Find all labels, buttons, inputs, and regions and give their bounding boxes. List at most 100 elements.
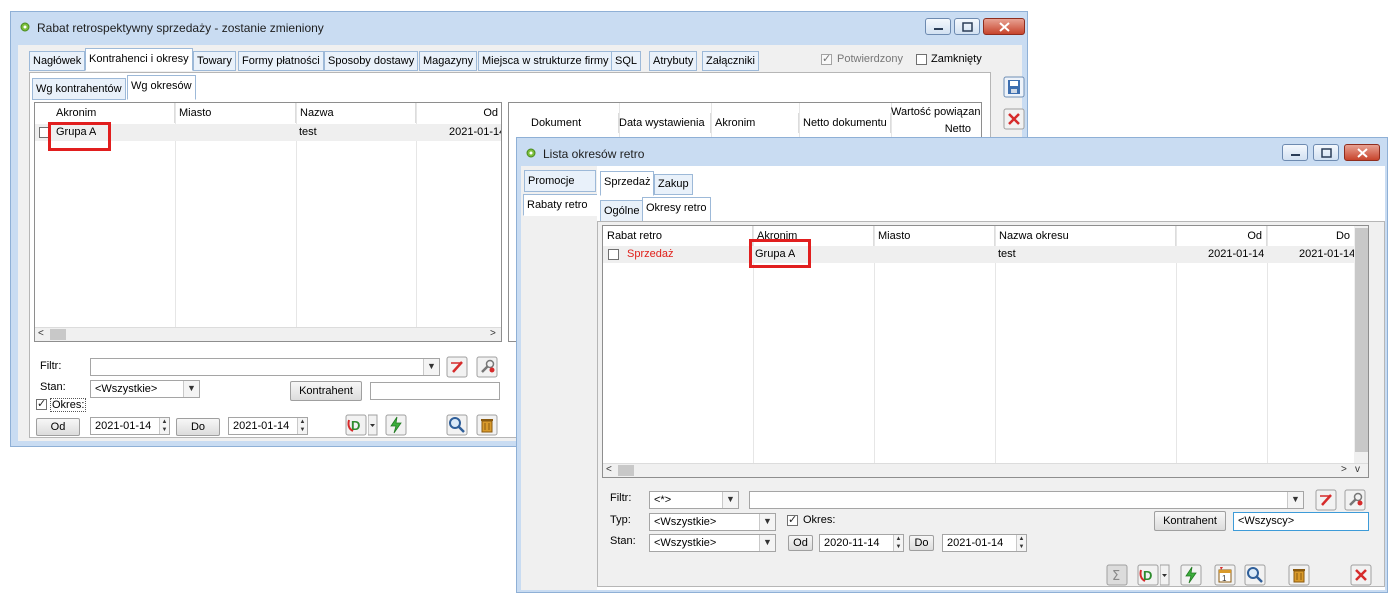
side-tab-rabaty-retro[interactable]: Rabaty retro <box>523 194 600 216</box>
tab-sprzedaz[interactable]: Sprzedaż <box>600 171 655 196</box>
col-akronim[interactable]: Akronim <box>52 103 175 123</box>
col-dokument[interactable]: Dokument <box>527 113 619 133</box>
generate-document-button[interactable]: D <box>1137 564 1159 586</box>
chevron-down-icon[interactable]: ▼ <box>722 492 738 508</box>
kontrahent-button[interactable]: Kontrahent <box>1154 511 1226 531</box>
sum-icon[interactable]: Σ <box>1106 564 1128 586</box>
row-checkbox[interactable] <box>608 249 619 260</box>
tab-kontrahenci-i-okresy[interactable]: Kontrahenci i okresy <box>85 48 193 71</box>
scroll-left-icon[interactable]: < <box>38 328 44 340</box>
horizontal-scrollbar[interactable]: < > v <box>603 463 1368 477</box>
search-icon[interactable] <box>1244 564 1266 586</box>
chevron-down-icon[interactable]: ▼ <box>759 535 775 551</box>
do-button[interactable]: Do <box>176 418 220 436</box>
okres-checkbox[interactable] <box>36 397 47 410</box>
filter-input[interactable]: ▼ <box>90 358 440 376</box>
col-data-wystawienia[interactable]: Data wystawienia <box>615 113 711 133</box>
spin-icon[interactable]: ▲ ▼ <box>159 418 169 434</box>
close-button[interactable] <box>1344 144 1380 161</box>
generate-document-button[interactable]: D <box>345 414 367 436</box>
col-od[interactable]: Od <box>416 103 501 123</box>
trash-icon[interactable] <box>1288 564 1310 586</box>
clear-filter-button[interactable] <box>1315 489 1337 511</box>
subtab-okresy-retro[interactable]: Okresy retro <box>642 197 711 222</box>
od-button[interactable]: Od <box>788 535 813 551</box>
col-netto-dokumentu[interactable]: Netto dokumentu <box>799 113 891 133</box>
subtab-wg-kontrahentow[interactable]: Wg kontrahentów <box>32 78 126 100</box>
filter-settings-button[interactable] <box>476 356 498 378</box>
col-wartosc-powiazan[interactable]: Wartość powiązan <box>887 103 981 121</box>
kontrahent-input[interactable]: <Wszyscy> <box>1233 512 1369 531</box>
spin-icon[interactable]: ▲ ▼ <box>893 535 903 551</box>
chevron-down-icon[interactable]: ▼ <box>1287 492 1303 508</box>
minimize-button[interactable] <box>925 18 951 35</box>
tab-atrybuty[interactable]: Atrybuty <box>649 51 698 71</box>
horizontal-scrollbar[interactable]: < > <box>35 327 501 341</box>
minimize-button[interactable] <box>1282 144 1308 161</box>
tab-zalaczniki[interactable]: Załączniki <box>702 51 759 71</box>
col-nazwa-okresu[interactable]: Nazwa okresu <box>995 226 1176 246</box>
od-date-input[interactable]: 2020-11-14 ▲ ▼ <box>819 534 904 552</box>
zamkniety-checkbox[interactable] <box>916 54 927 65</box>
typ-select[interactable]: <Wszystkie> ▼ <box>649 513 776 531</box>
vertical-scrollbar[interactable] <box>1354 226 1368 464</box>
stan-select[interactable]: <Wszystkie> ▼ <box>90 380 200 398</box>
close-button[interactable] <box>983 18 1025 35</box>
left-grid[interactable]: Akronim Miasto Nazwa Od Grupa A test 202… <box>34 102 502 342</box>
scroll-thumb[interactable] <box>50 329 66 340</box>
filter-settings-button[interactable] <box>1344 489 1366 511</box>
filter-input[interactable]: ▼ <box>749 491 1304 509</box>
col-miasto[interactable]: Miasto <box>874 226 995 246</box>
filter-select[interactable]: <*> ▼ <box>649 491 739 509</box>
trash-icon[interactable] <box>476 414 498 436</box>
close-icon[interactable] <box>1350 564 1372 586</box>
tab-naglowek[interactable]: Nagłówek <box>29 51 86 71</box>
col-akronim[interactable]: Akronim <box>711 113 799 133</box>
spin-icon[interactable]: ▲ ▼ <box>1016 535 1026 551</box>
col-netto[interactable]: Netto <box>891 121 975 137</box>
tab-miejsca[interactable]: Miejsca w strukturze firmy <box>478 51 613 71</box>
scroll-thumb[interactable] <box>1355 228 1368 452</box>
do-date-input[interactable]: 2021-01-14 ▲ ▼ <box>228 417 308 435</box>
do-date-input[interactable]: 2021-01-14 ▲ ▼ <box>942 534 1027 552</box>
scroll-right-icon[interactable]: > <box>490 328 496 340</box>
close-icon[interactable] <box>1003 108 1025 130</box>
col-od[interactable]: Od <box>1176 226 1267 246</box>
col-nazwa[interactable]: Nazwa <box>296 103 416 123</box>
tab-sql[interactable]: SQL <box>611 51 642 71</box>
tab-towary[interactable]: Towary <box>193 51 236 71</box>
col-do[interactable]: Do <box>1267 226 1355 246</box>
chevron-down-icon[interactable]: ▼ <box>423 359 439 375</box>
chevron-down-icon[interactable]: ▼ <box>759 514 775 530</box>
chevron-down-icon[interactable]: v <box>1355 464 1360 476</box>
od-date-input[interactable]: 2021-01-14 ▲ ▼ <box>90 417 170 435</box>
subtab-ogolne[interactable]: Ogólne <box>600 200 644 222</box>
do-button[interactable]: Do <box>909 535 934 551</box>
kontrahent-input[interactable] <box>370 382 500 400</box>
table-row[interactable]: Sprzedaż Grupa A test 2021-01-14 2021-01… <box>603 246 1355 263</box>
calendar-icon[interactable]: 1 <box>1214 564 1236 586</box>
save-icon[interactable] <box>1003 76 1025 98</box>
search-icon[interactable] <box>446 414 468 436</box>
scroll-right-icon[interactable]: > <box>1341 464 1347 476</box>
col-rabat-retro[interactable]: Rabat retro <box>603 226 753 246</box>
side-tab-promocje[interactable]: Promocje <box>524 170 596 192</box>
stan-select[interactable]: <Wszystkie> ▼ <box>649 534 776 552</box>
dropdown-arrow-icon[interactable] <box>368 414 378 436</box>
okresy-grid[interactable]: Rabat retro Akronim Miasto Nazwa okresu … <box>602 225 1369 478</box>
lightning-icon[interactable] <box>385 414 407 436</box>
col-miasto[interactable]: Miasto <box>175 103 296 123</box>
kontrahent-button[interactable]: Kontrahent <box>290 381 362 401</box>
okres-checkbox[interactable] <box>787 513 798 526</box>
od-button[interactable]: Od <box>36 418 80 436</box>
tab-sposoby-dostawy[interactable]: Sposoby dostawy <box>324 51 419 71</box>
tab-formy-platnosci[interactable]: Formy płatności <box>238 51 324 71</box>
clear-filter-button[interactable] <box>446 356 468 378</box>
lightning-icon[interactable] <box>1180 564 1202 586</box>
tab-zakup[interactable]: Zakup <box>654 174 693 195</box>
dropdown-arrow-icon[interactable] <box>1160 564 1170 586</box>
back-window-titlebar[interactable]: Rabat retrospektywny sprzedaży - zostani… <box>11 12 1027 42</box>
front-window-titlebar[interactable]: Lista okresów retro <box>517 138 1387 168</box>
tab-magazyny[interactable]: Magazyny <box>419 51 478 71</box>
scroll-left-icon[interactable]: < <box>606 464 612 476</box>
